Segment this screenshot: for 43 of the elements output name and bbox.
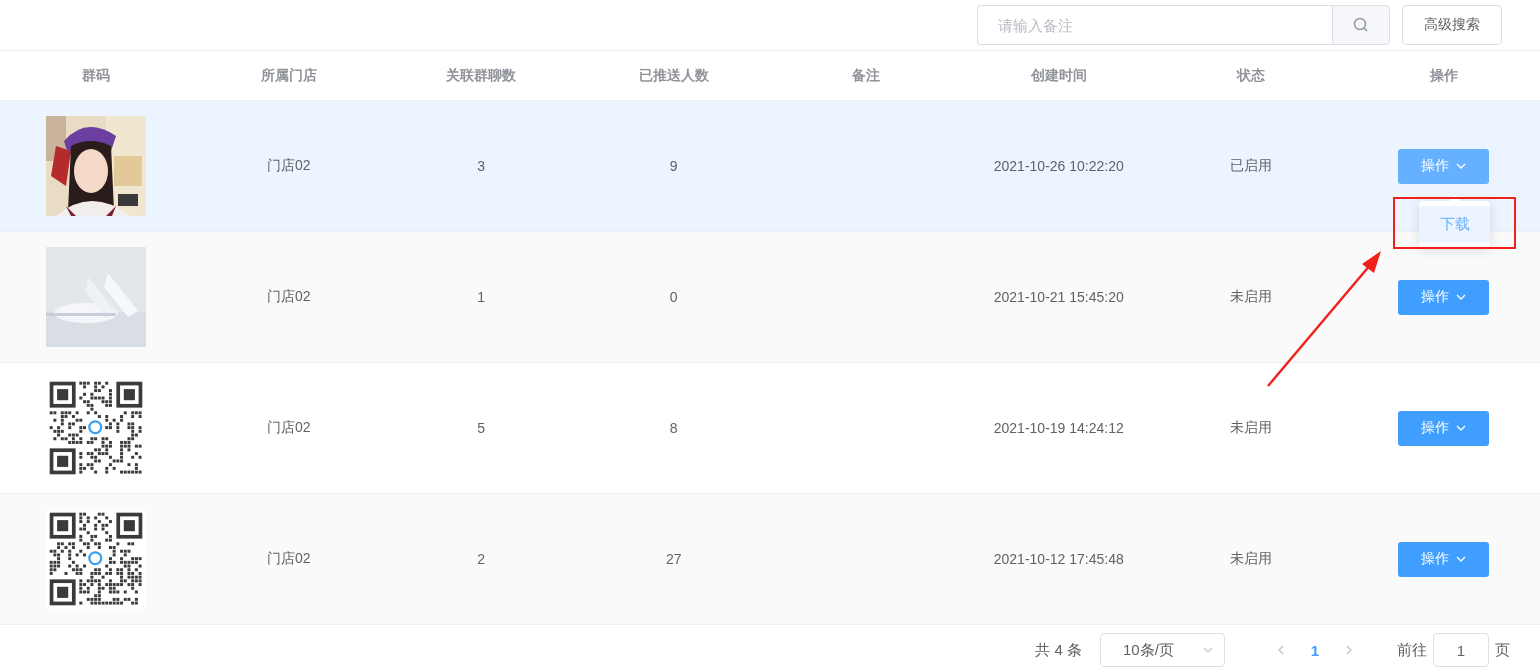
goto-label: 前往 [1397, 640, 1427, 660]
group-count: 3 [477, 158, 486, 174]
download-menu-item[interactable]: 下载 [1419, 206, 1490, 242]
total-count: 共 4 条 [1035, 640, 1082, 660]
pushed-count: 9 [669, 158, 678, 174]
store-name: 门店02 [266, 288, 311, 306]
group-count: 2 [477, 551, 486, 567]
search-icon [1353, 17, 1369, 33]
search-button[interactable] [1332, 5, 1390, 45]
created-time: 2021-10-12 17:45:48 [993, 551, 1124, 567]
column-header: 操作 [1429, 66, 1458, 85]
column-header: 群码 [82, 66, 111, 85]
status-text: 未启用 [1230, 419, 1273, 437]
column-header: 备注 [852, 66, 881, 85]
store-name: 门店02 [266, 419, 311, 437]
column-header: 创建时间 [1030, 66, 1087, 85]
page-input[interactable]: 1 [1433, 633, 1489, 667]
group-count: 5 [477, 420, 486, 436]
group-count: 1 [477, 289, 486, 305]
page-size-select[interactable]: 10条/页 [1100, 633, 1225, 667]
pushed-count: 27 [665, 551, 682, 567]
action-dropdown-button[interactable]: 操作 [1398, 541, 1490, 577]
status-text: 未启用 [1230, 550, 1273, 568]
search-field[interactable]: 请输入备注 [977, 5, 1332, 45]
action-dropdown-button[interactable]: 操作 [1398, 279, 1490, 315]
created-time: 2021-10-21 15:45:20 [993, 289, 1124, 305]
created-time: 2021-10-19 14:24:12 [993, 420, 1124, 436]
created-time: 2021-10-26 10:22:20 [993, 158, 1124, 174]
column-header: 已推送人数 [638, 66, 709, 85]
column-header: 所属门店 [260, 66, 317, 85]
pushed-count: 0 [669, 289, 678, 305]
page-suffix: 页 [1495, 640, 1510, 660]
advanced-search-button[interactable]: 高级搜索 [1402, 5, 1502, 45]
store-name: 门店02 [266, 157, 311, 175]
page-number[interactable]: 1 [1305, 641, 1325, 659]
action-dropdown-button[interactable]: 操作 [1398, 410, 1490, 446]
action-dropdown-button[interactable]: 操作 [1398, 148, 1490, 184]
status-text: 未启用 [1230, 288, 1273, 306]
status-text: 已启用 [1230, 157, 1273, 175]
pushed-count: 8 [669, 420, 678, 436]
column-header: 状态 [1237, 66, 1266, 85]
column-header: 关联群聊数 [446, 66, 517, 85]
store-name: 门店02 [266, 550, 311, 568]
